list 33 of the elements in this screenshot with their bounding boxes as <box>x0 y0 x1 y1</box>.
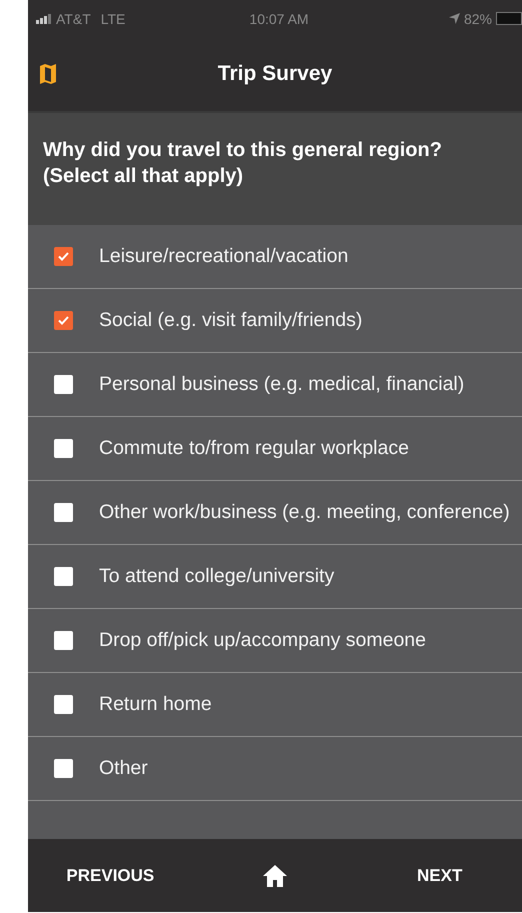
signal-icon <box>36 14 52 24</box>
carrier-name: AT&T <box>56 10 91 26</box>
checkbox[interactable] <box>54 759 73 778</box>
battery-percentage: 82% <box>464 10 492 26</box>
option-label[interactable]: Commute to/from regular workplace <box>99 429 409 468</box>
option-label[interactable]: Leisure/recreational/vacation <box>99 237 348 276</box>
option-label[interactable]: To attend college/university <box>99 557 334 596</box>
checkbox[interactable] <box>54 695 73 714</box>
checkbox[interactable] <box>54 503 73 522</box>
option-label[interactable]: Other <box>99 749 148 788</box>
previous-button[interactable]: PREVIOUS <box>28 839 193 912</box>
option-label[interactable]: Social (e.g. visit family/friends) <box>99 301 362 340</box>
map-icon[interactable] <box>40 64 56 84</box>
checkbox[interactable] <box>54 631 73 650</box>
clock-time: 10:07 AM <box>248 10 310 26</box>
checkbox[interactable] <box>54 567 73 586</box>
option-label[interactable]: Other work/business (e.g. meeting, conference) <box>99 493 510 532</box>
screen-title: Trip Survey <box>218 62 332 86</box>
battery-icon <box>496 12 522 25</box>
check-icon <box>58 252 69 261</box>
option-label[interactable]: Drop off/pick up/accompany someone <box>99 621 426 660</box>
checkbox[interactable] <box>54 439 73 458</box>
question-text: Why did you travel to this general region? (Select all that apply) <box>28 113 522 225</box>
check-icon <box>58 316 69 325</box>
checkbox[interactable] <box>54 375 73 394</box>
option-label[interactable]: Personal business (e.g. medical, financial) <box>99 365 464 404</box>
checkbox[interactable] <box>54 311 73 330</box>
option-label[interactable]: Return home <box>99 685 212 724</box>
home-icon <box>263 864 287 886</box>
location-arrow-icon <box>448 13 460 24</box>
checkbox[interactable] <box>54 247 73 266</box>
next-button[interactable]: NEXT <box>357 839 522 912</box>
network-type: LTE <box>100 10 126 26</box>
